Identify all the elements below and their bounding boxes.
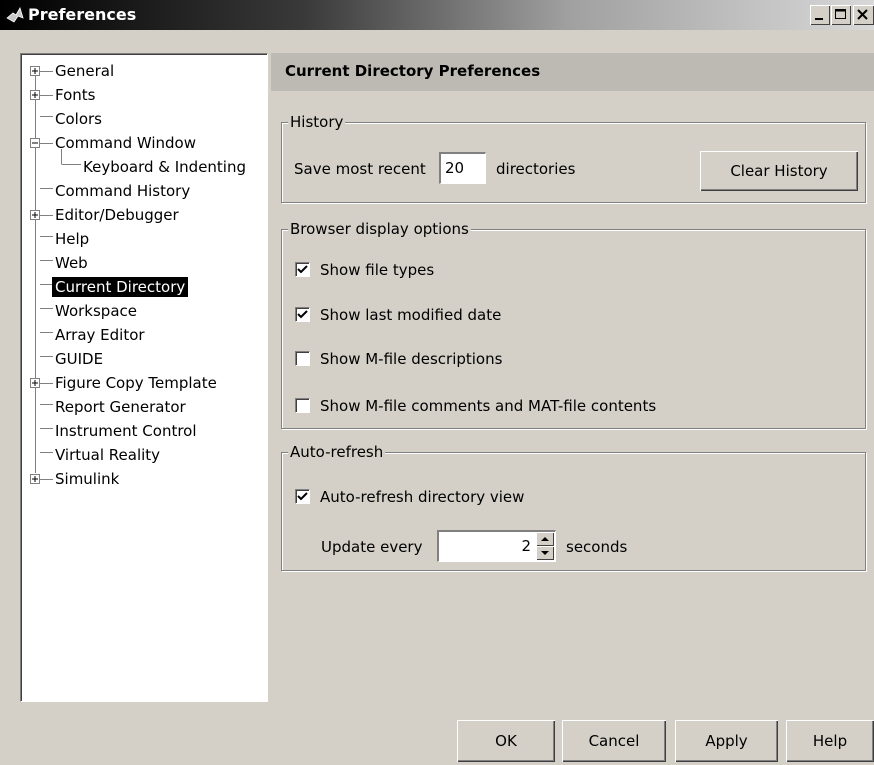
checkmark-icon	[297, 492, 308, 501]
maximize-icon	[835, 9, 846, 19]
browser-option-checkbox[interactable]	[295, 307, 310, 322]
checkmark-icon	[297, 310, 308, 319]
title-bar[interactable]: Preferences	[0, 0, 874, 30]
close-button[interactable]	[853, 5, 874, 25]
tree-item-guide[interactable]: GUIDE	[55, 349, 103, 369]
checkmark-icon	[297, 265, 308, 274]
preferences-tree[interactable]: General Fonts Colors Command Window Keyboard…	[20, 53, 268, 702]
tree-item-colors[interactable]: Colors	[55, 109, 102, 129]
tree-item-command-history[interactable]: Command History	[55, 181, 190, 201]
tree-item-editor-debugger[interactable]: Editor/Debugger	[55, 205, 179, 225]
tree-item-virtual-reality[interactable]: Virtual Reality	[55, 445, 160, 465]
save-most-recent-label: Save most recent	[294, 160, 426, 178]
browser-option-checkbox[interactable]	[295, 262, 310, 277]
preferences-window: Preferences General Fonts Colors Command…	[0, 0, 874, 765]
browser-option-label: Show M-file comments and MAT-file conten…	[320, 397, 657, 415]
matlab-logo-icon	[6, 6, 24, 23]
tree-item-web[interactable]: Web	[55, 253, 88, 273]
minimize-button[interactable]	[810, 5, 830, 25]
tree-branch-line	[40, 479, 53, 480]
tree-branch-line	[40, 71, 53, 72]
tree-item-fonts[interactable]: Fonts	[55, 85, 95, 105]
spinner-up-button[interactable]	[536, 532, 554, 546]
auto-refresh-label: Auto-refresh directory view	[320, 488, 525, 506]
browser-display-legend: Browser display options	[288, 220, 471, 238]
directories-label: directories	[496, 160, 576, 178]
clear-history-button[interactable]: Clear History	[700, 151, 858, 191]
tree-item-command-window[interactable]: Command Window	[55, 133, 196, 153]
tree-item-workspace[interactable]: Workspace	[55, 301, 137, 321]
tree-branch-line	[40, 215, 53, 216]
ok-button[interactable]: OK	[457, 720, 555, 762]
tree-item-array-editor[interactable]: Array Editor	[55, 325, 145, 345]
tree-item-simulink[interactable]: Simulink	[55, 469, 119, 489]
auto-refresh-checkbox[interactable]	[295, 489, 310, 504]
close-icon	[857, 9, 868, 20]
tree-branch-line	[40, 95, 53, 96]
panel-title: Current Directory Preferences	[285, 62, 541, 80]
browser-option-label: Show M-file descriptions	[320, 350, 503, 368]
history-legend: History	[288, 113, 346, 131]
browser-option-label: Show file types	[320, 261, 435, 279]
tree-item-figure-copy-template[interactable]: Figure Copy Template	[55, 373, 217, 393]
browser-option-checkbox[interactable]	[295, 398, 310, 413]
tree-branch-line	[40, 143, 53, 144]
auto-refresh-legend: Auto-refresh	[288, 443, 386, 461]
tree-branch-line	[40, 383, 53, 384]
arrow-down-icon	[541, 551, 549, 555]
help-button[interactable]: Help	[786, 720, 874, 762]
tree-item-report-generator[interactable]: Report Generator	[55, 397, 186, 417]
browser-option-checkbox[interactable]	[295, 351, 310, 366]
panel-header: Current Directory Preferences	[271, 53, 874, 91]
seconds-label: seconds	[566, 538, 628, 556]
maximize-button[interactable]	[831, 5, 851, 25]
tree-item-general[interactable]: General	[55, 61, 114, 81]
tree-item-current-directory[interactable]: Current Directory	[52, 277, 189, 297]
browser-option-label: Show last modified date	[320, 306, 502, 324]
minimize-icon	[815, 18, 823, 20]
spinner-down-button[interactable]	[536, 546, 554, 560]
history-count-input[interactable]: 20	[439, 152, 486, 184]
cancel-button[interactable]: Cancel	[562, 720, 666, 762]
apply-button[interactable]: Apply	[675, 720, 778, 762]
tree-item-help[interactable]: Help	[55, 229, 89, 249]
arrow-up-icon	[541, 537, 549, 541]
update-every-label: Update every	[321, 538, 423, 556]
tree-item-keyboard-indenting[interactable]: Keyboard & Indenting	[83, 157, 246, 177]
window-title: Preferences	[28, 5, 137, 24]
tree-item-instrument-control[interactable]: Instrument Control	[55, 421, 197, 441]
